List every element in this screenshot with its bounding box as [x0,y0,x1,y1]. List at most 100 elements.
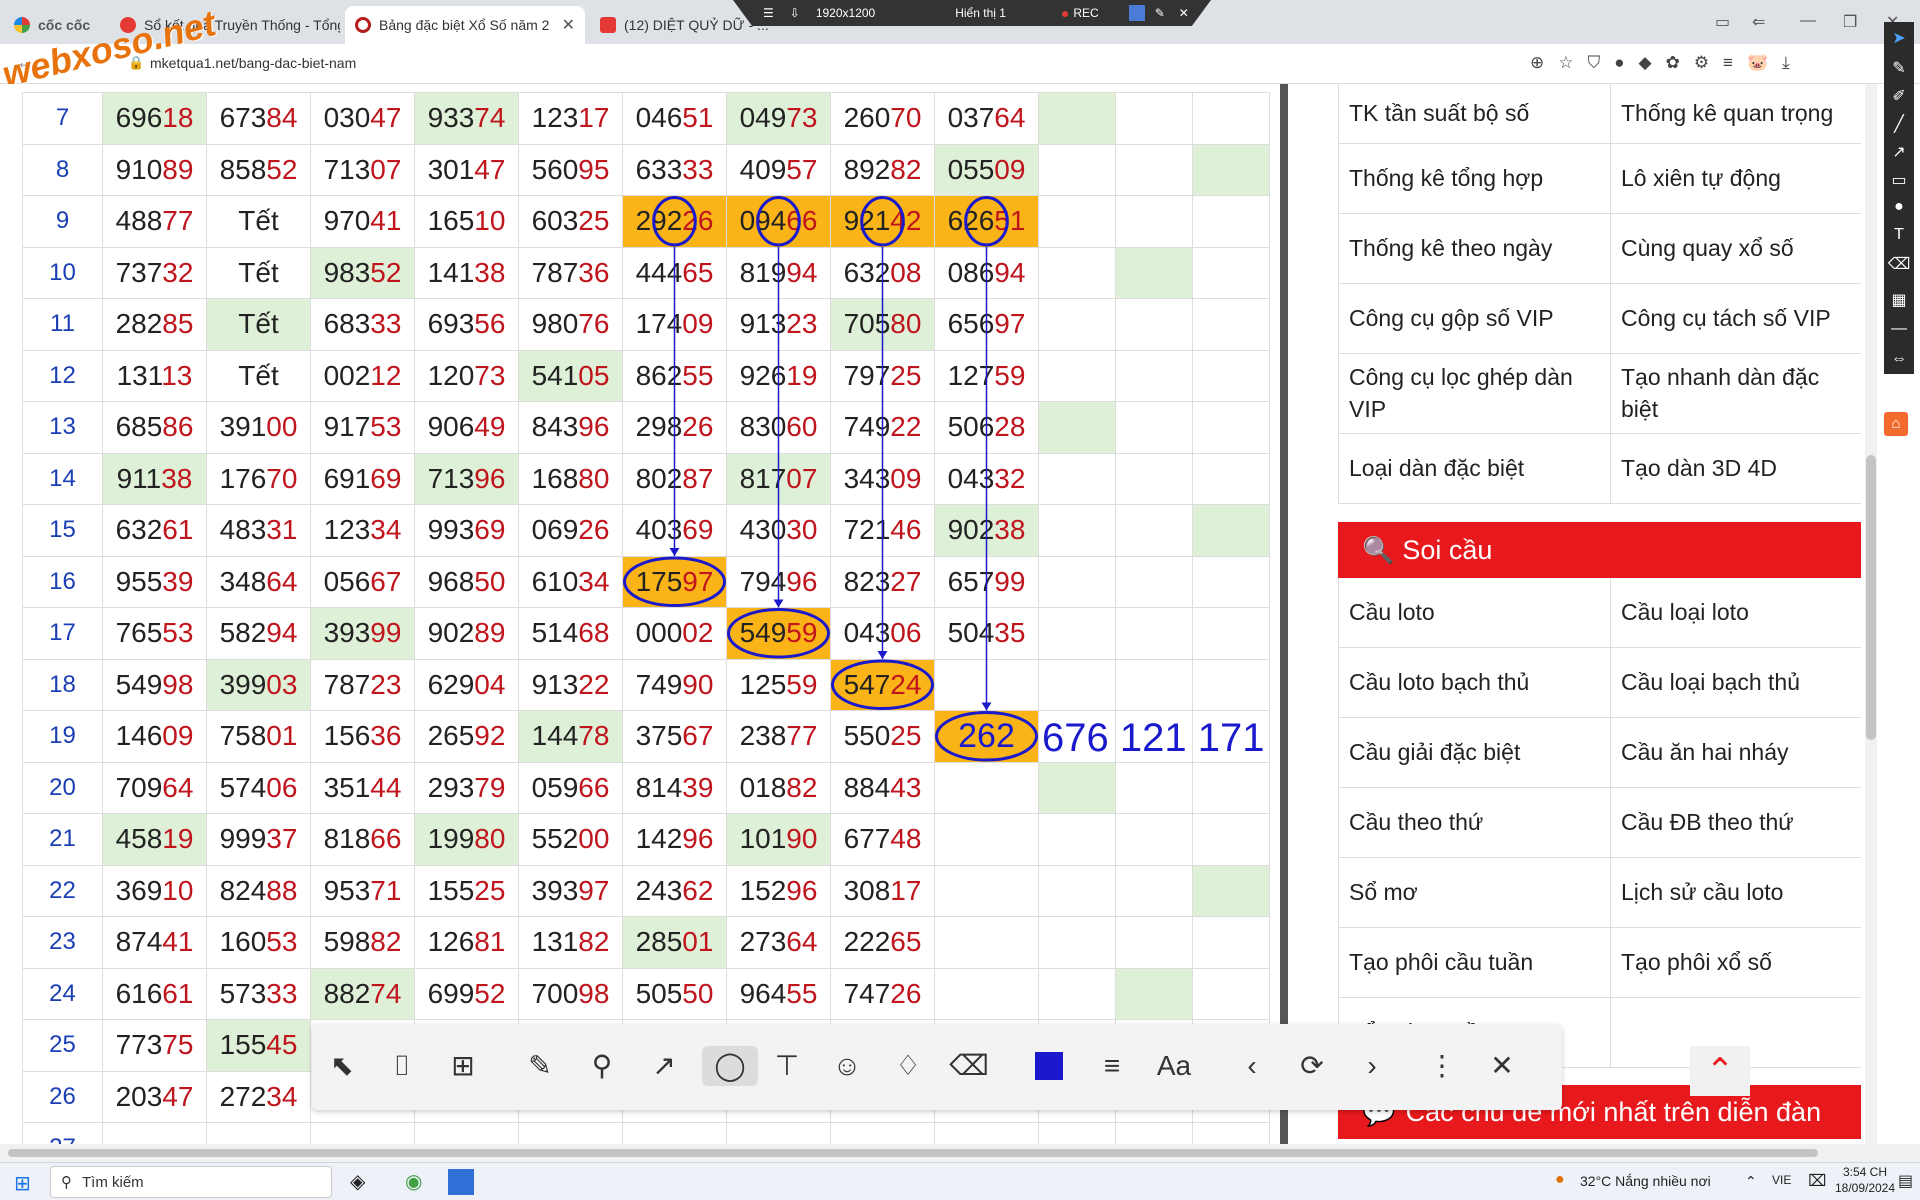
close-icon[interactable]: ✕ [1179,6,1189,20]
color-swatch[interactable] [1035,1052,1063,1080]
capture-region-icon[interactable]: ⊞ [443,1046,483,1086]
close-toolbar-icon[interactable]: ✕ [1482,1046,1522,1086]
menu-link[interactable]: Cùng quay xổ số [1611,214,1861,284]
tray-up-icon[interactable]: ⌃ [1745,1173,1757,1190]
line-icon[interactable]: ╱ [1884,114,1914,134]
day-cell: 10 [22,246,103,299]
expand-icon[interactable]: ⇔ [1884,350,1914,368]
maximize-icon[interactable]: ❐ [1843,12,1857,32]
cursor-icon[interactable]: ➤ [1884,28,1914,48]
line-thickness-icon[interactable]: ≡ [1092,1046,1132,1086]
color-icon[interactable]: ● [1884,198,1914,216]
menu-link[interactable]: Công cụ lọc ghép dàn VIP [1339,354,1611,434]
cast-icon[interactable]: ▭ [1715,12,1730,32]
app-icon[interactable]: ◈ [350,1169,365,1194]
ellipse-tool-icon[interactable]: ◯ [702,1046,758,1086]
cell-suffix: 25 [890,720,922,752]
arrow-tool-icon[interactable]: ↗ [644,1046,684,1086]
cell-prefix: 713 [427,462,475,494]
dropper-icon[interactable]: ⚲ [582,1046,622,1086]
back-arrow-icon[interactable]: ⇐ [1752,12,1765,32]
camera-icon[interactable]: ⌷ [382,1046,422,1086]
number-cell: 56095 [518,143,623,196]
menu-link[interactable]: Thống kê tổng hợp [1339,144,1611,214]
menu-link[interactable]: Cầu loto bạch thủ [1339,648,1611,718]
menu-link[interactable]: Lịch sử cầu loto [1611,858,1861,928]
menu-link[interactable]: TK tần suất bộ số [1339,84,1611,144]
cell-prefix: 691 [323,462,371,494]
coccoc-taskbar-icon[interactable]: ◉ [405,1169,422,1194]
app-icon[interactable] [448,1169,474,1195]
arrow-icon[interactable]: ↗ [1884,142,1914,162]
cell-prefix: 059 [531,771,579,803]
windows-start-icon[interactable]: ⊞ [14,1171,31,1196]
rectangle-icon[interactable]: ▭ [1884,170,1914,190]
number-cell: 54998 [102,658,207,711]
eraser-icon[interactable]: ⌫ [1884,254,1914,274]
scrollbar-thumb[interactable] [1866,455,1876,740]
cell-prefix: 632 [843,256,891,288]
menu-link[interactable]: Công cụ tách số VIP [1611,284,1861,354]
notification-icon[interactable]: ▤ [1898,1171,1913,1191]
pin-icon[interactable]: ⇩ [790,6,800,20]
recorder-display[interactable]: Hiển thị 1 [955,6,1006,20]
menu-link[interactable]: Lô xiên tự động [1611,144,1861,214]
close-tab-icon[interactable]: ✕ [562,15,575,35]
menu-link[interactable]: Tạo nhanh dàn đặc biệt [1611,354,1861,434]
pen-icon[interactable]: ✎ [1884,58,1914,78]
taskbar-search[interactable]: ⚲ Tìm kiếm [50,1166,332,1198]
menu-link[interactable]: Công cụ gộp số VIP [1339,284,1611,354]
menu-link[interactable]: Cầu ĐB theo thứ [1611,788,1861,858]
weather-text[interactable]: 32°C Nắng nhiều nơi [1580,1173,1711,1189]
menu-link[interactable]: Sổ mơ [1339,858,1611,928]
network-icon[interactable]: ⌧ [1808,1171,1826,1191]
pattern-icon[interactable]: ▦ [1884,290,1914,310]
menu-link[interactable]: Thống kê theo ngày [1339,214,1611,284]
scroll-top-button[interactable]: ⌃ [1690,1046,1750,1096]
emoji-icon[interactable]: ☺ [827,1046,867,1086]
menu-link[interactable]: Tạo dàn 3D 4D [1611,434,1861,504]
blur-drop-icon[interactable]: ♢ [888,1046,928,1086]
horizontal-scrollbar[interactable] [0,1144,1920,1162]
address-toolbar-icons[interactable]: ⊕☆⛉●◆✿⚙≡🐷⤓ [1530,53,1804,73]
screen-icon[interactable] [1128,5,1145,21]
font-size-icon[interactable]: Aa [1154,1046,1194,1086]
pencil-icon[interactable]: ✎ [520,1046,560,1086]
more-icon[interactable]: ⋮ [1422,1046,1462,1086]
empty-cell [1038,916,1116,969]
cell-prefix: 403 [635,514,683,546]
marker-icon[interactable]: ✐ [1884,86,1914,106]
menu-link[interactable]: Cầu loto [1339,578,1611,648]
shop-icon[interactable]: ⌂ [1884,412,1908,436]
number-cell: 99369 [414,504,519,557]
clock-date[interactable]: 18/09/2024 [1830,1181,1900,1195]
menu-link[interactable]: Loại dàn đặc biệt [1339,434,1611,504]
menu-link[interactable]: Cầu giải đặc biệt [1339,718,1611,788]
eraser-tool-icon[interactable]: ⌫ [949,1046,989,1086]
tab-2-active[interactable]: Bảng đặc biệt Xổ Số năm 20... ✕ [345,6,585,44]
rec-label[interactable]: REC [1073,6,1098,20]
url-text[interactable]: mketqua1.net/bang-dac-biet-nam [150,55,356,71]
menu-link[interactable]: Cầu ăn hai nháy [1611,718,1861,788]
text-icon[interactable]: T [1884,226,1914,244]
menu-link[interactable]: Cầu loại loto [1611,578,1861,648]
undo-icon[interactable]: ‹ [1232,1046,1272,1086]
menu-link[interactable]: Tạo phôi xổ số [1611,928,1861,998]
menu-icon[interactable]: ☰ [763,6,774,20]
refresh-icon[interactable]: ⟳ [1292,1046,1332,1086]
select-tool-icon[interactable]: ⬉ [322,1046,362,1086]
cell-suffix: 34 [370,514,402,546]
number-cell: 74726 [830,967,935,1020]
line-width-icon[interactable]: — [1884,320,1914,338]
text-box-icon[interactable]: ⊤ [767,1046,807,1086]
menu-link[interactable]: Tạo phôi cầu tuần [1339,928,1611,998]
scrollbar-thumb[interactable] [8,1149,1818,1157]
menu-link[interactable]: Thống kê quan trọng [1611,84,1861,144]
clock-time[interactable]: 3:54 CH [1835,1165,1895,1179]
menu-link[interactable]: Cầu theo thứ [1339,788,1611,858]
redo-icon[interactable]: › [1352,1046,1392,1086]
pen-icon[interactable]: ✎ [1155,6,1165,20]
menu-link[interactable]: Cầu loại bạch thủ [1611,648,1861,718]
minimize-icon[interactable]: — [1800,12,1816,30]
language[interactable]: VIE [1772,1173,1791,1187]
